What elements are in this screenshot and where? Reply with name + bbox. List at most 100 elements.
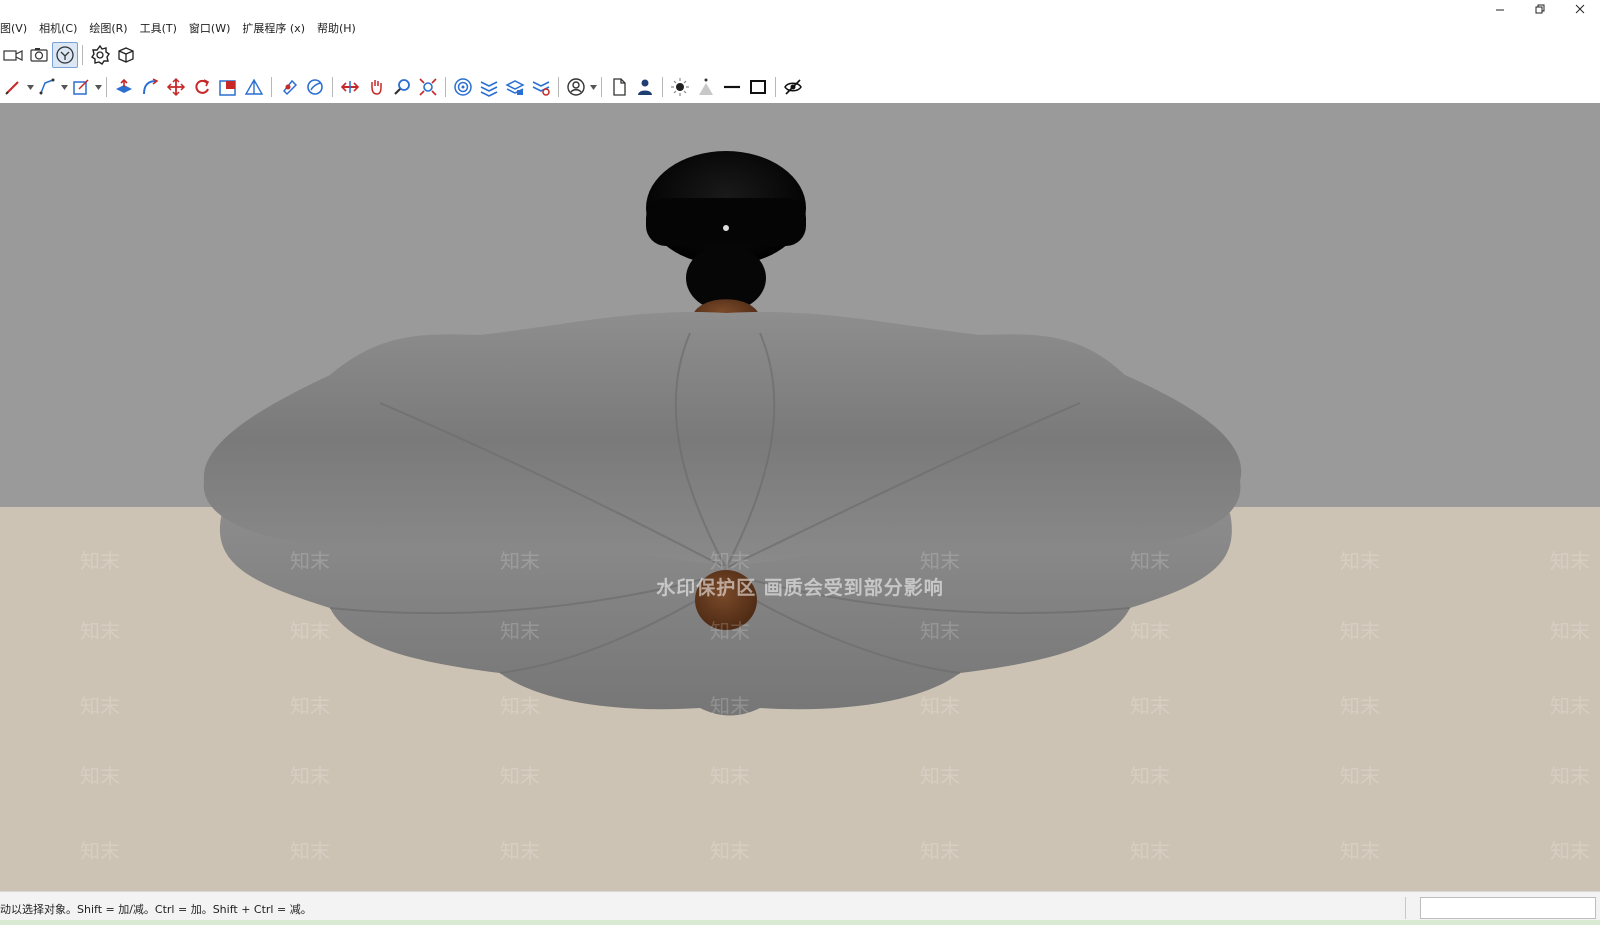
toolbar-separator — [82, 45, 83, 65]
watermark-banner: 水印保护区 画质会受到部分影响 — [656, 577, 944, 599]
line-dropdown[interactable] — [60, 74, 68, 100]
person-tool[interactable] — [632, 74, 658, 100]
walk-icon — [56, 46, 74, 64]
model-viewport[interactable]: 知末 知末 — [0, 103, 1600, 891]
push-pull-icon — [116, 78, 132, 93]
layers-stack-tool[interactable] — [502, 74, 528, 100]
walk-tool[interactable] — [52, 42, 78, 68]
hide-tool[interactable] — [780, 74, 806, 100]
canopy-screw — [723, 225, 729, 231]
minimize-button[interactable] — [1480, 0, 1520, 18]
toolbar-main — [0, 72, 806, 102]
scale-icon — [219, 80, 236, 96]
toolbar-separator — [558, 77, 559, 97]
follow-me-tool[interactable] — [137, 74, 163, 100]
zoom-extents-tool[interactable] — [415, 74, 441, 100]
sun-icon — [671, 78, 689, 96]
layers-settings-tool[interactable] — [528, 74, 554, 100]
move-icon — [166, 77, 186, 97]
menu-tools[interactable]: 工具(T) — [140, 20, 183, 38]
status-divider — [1405, 897, 1406, 919]
line-style-tool[interactable] — [719, 74, 745, 100]
box-view-tool[interactable] — [113, 42, 139, 68]
window-controls — [1480, 0, 1600, 18]
rotate-icon — [195, 79, 210, 94]
chevron-down-icon — [589, 84, 597, 90]
pen-line-icon — [39, 78, 55, 95]
target-tool[interactable] — [450, 74, 476, 100]
push-pull-tool[interactable] — [111, 74, 137, 100]
rectangle-dropdown[interactable] — [94, 74, 102, 100]
canopy-body — [646, 198, 806, 246]
layers-tool[interactable] — [476, 74, 502, 100]
toolbar-separator — [775, 77, 776, 97]
status-hint: 动以选择对象。Shift = 加/减。Ctrl = 加。Shift + Ctrl… — [0, 903, 312, 916]
zoom-icon — [394, 79, 410, 95]
rectangle-tool[interactable] — [68, 74, 94, 100]
section-tool[interactable] — [337, 74, 363, 100]
status-bar: 动以选择对象。Shift = 加/减。Ctrl = 加。Shift + Ctrl… — [0, 891, 1600, 925]
toolbar-separator — [445, 77, 446, 97]
page-icon — [613, 78, 626, 96]
line-icon — [724, 85, 740, 89]
menu-camera[interactable]: 相机(C) — [39, 20, 83, 38]
user-tool[interactable] — [563, 74, 589, 100]
pencil-dropdown[interactable] — [26, 74, 34, 100]
scale-tool[interactable] — [215, 74, 241, 100]
camera-icon — [3, 50, 23, 61]
photo-camera-icon — [30, 48, 48, 62]
orbit-icon — [307, 79, 323, 95]
settings-tool[interactable] — [87, 42, 113, 68]
orbit-tool[interactable] — [302, 74, 328, 100]
toolbar-separator — [271, 77, 272, 97]
menu-draw[interactable]: 绘图(R) — [89, 20, 133, 38]
page-tool[interactable] — [606, 74, 632, 100]
menu-view[interactable]: 图(V) — [0, 20, 33, 38]
bottom-strip — [0, 920, 1600, 925]
paint-icon — [282, 79, 298, 96]
close-icon — [1575, 4, 1585, 14]
paint-tool[interactable] — [276, 74, 302, 100]
layers-settings-icon — [532, 81, 550, 96]
pencil-icon — [5, 81, 19, 95]
toolbar-separator — [106, 77, 107, 97]
shadow-tool[interactable] — [693, 74, 719, 100]
restore-icon — [1535, 4, 1545, 14]
user-dropdown[interactable] — [589, 74, 597, 100]
pan-tool[interactable] — [363, 74, 389, 100]
move-tool[interactable] — [163, 74, 189, 100]
person-icon — [638, 79, 652, 95]
gear-settings-icon — [91, 45, 110, 65]
rectangle-draw-icon — [73, 79, 89, 95]
menu-help[interactable]: 帮助(H) — [317, 20, 362, 38]
menu-extensions[interactable]: 扩展程序 (x) — [242, 20, 311, 38]
shadow-icon — [699, 78, 713, 95]
layers-stack-icon — [505, 80, 525, 95]
close-button[interactable] — [1560, 0, 1600, 18]
measurement-input[interactable] — [1420, 897, 1596, 919]
square-tool[interactable] — [745, 74, 771, 100]
zoom-tool[interactable] — [389, 74, 415, 100]
box-view-icon — [118, 47, 134, 63]
photo-camera-tool[interactable] — [26, 42, 52, 68]
toolbar-views — [0, 40, 139, 70]
section-icon — [340, 81, 360, 93]
target-icon — [454, 78, 472, 96]
chevron-down-icon — [60, 84, 68, 90]
hide-icon — [784, 79, 802, 95]
restore-button[interactable] — [1520, 0, 1560, 18]
menu-bar: 图(V) 相机(C) 绘图(R) 工具(T) 窗口(W) 扩展程序 (x) 帮助… — [0, 0, 1600, 38]
toolbar-separator — [332, 77, 333, 97]
menu-items: 图(V) 相机(C) 绘图(R) 工具(T) 窗口(W) 扩展程序 (x) 帮助… — [0, 20, 368, 38]
scene-render: 知末 知末 — [0, 103, 1600, 891]
line-tool[interactable] — [34, 74, 60, 100]
rotate-tool[interactable] — [189, 74, 215, 100]
user-circle-icon — [567, 78, 585, 96]
sun-tool[interactable] — [667, 74, 693, 100]
triangle-icon — [244, 78, 264, 95]
menu-window[interactable]: 窗口(W) — [189, 20, 236, 38]
triangle-tool[interactable] — [241, 74, 267, 100]
pencil-tool[interactable] — [0, 74, 26, 100]
camera-tool[interactable] — [0, 42, 26, 68]
watermark-tiles — [0, 507, 1600, 891]
